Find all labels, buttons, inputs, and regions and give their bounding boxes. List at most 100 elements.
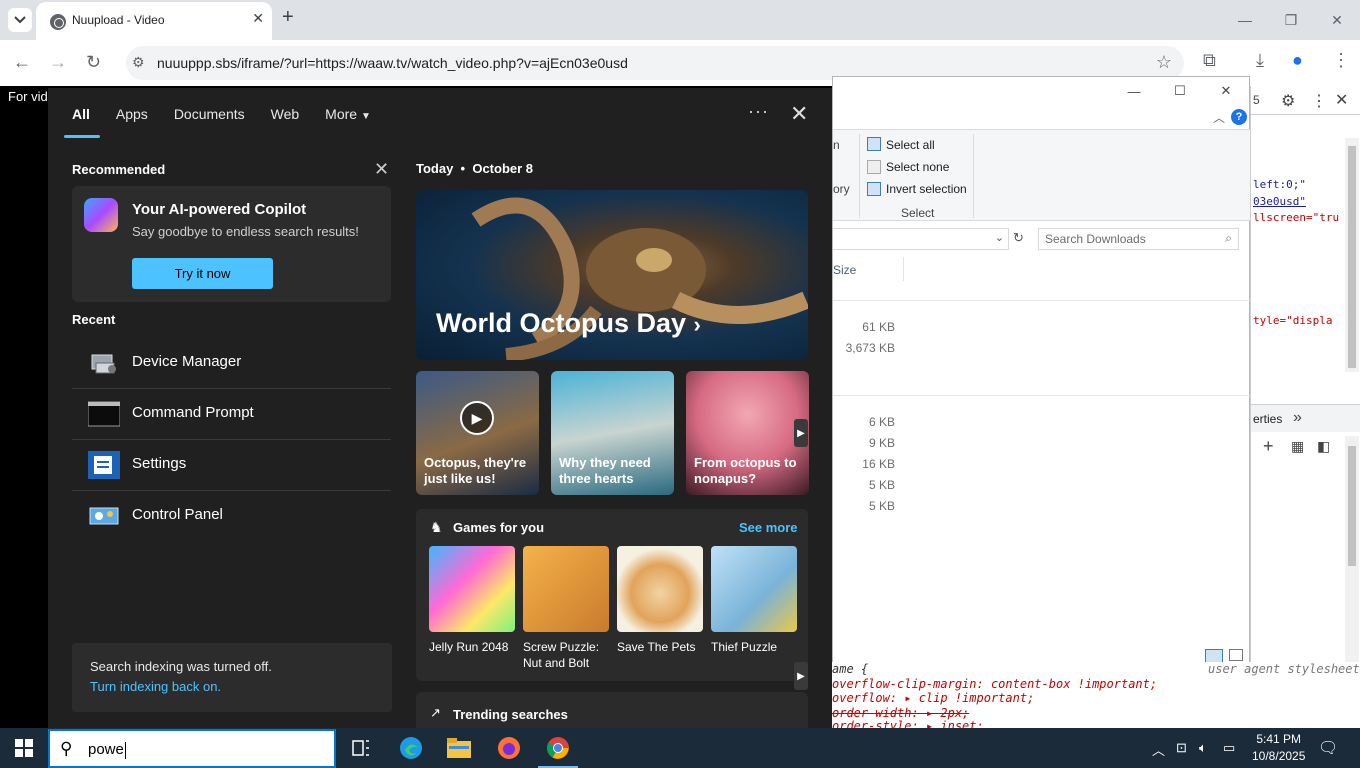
download-icon[interactable]: ⤓ bbox=[1256, 50, 1264, 71]
add-rule-icon[interactable]: + bbox=[1263, 436, 1274, 457]
dismiss-recommended-icon[interactable]: ✕ bbox=[374, 159, 389, 180]
network-icon[interactable]: ⊡ bbox=[1176, 740, 1187, 756]
tab-title: Nuupload - Video bbox=[72, 13, 165, 27]
refresh-icon[interactable]: ↻ bbox=[1013, 230, 1024, 246]
column-divider bbox=[903, 257, 904, 281]
gear-icon[interactable]: ⚙ bbox=[1281, 91, 1295, 111]
maximize-button[interactable]: ☐ bbox=[1157, 77, 1203, 105]
tab-web[interactable]: Web bbox=[271, 106, 300, 122]
css-line: order-width: ▸ 2px; bbox=[832, 706, 970, 720]
css-line: ame { bbox=[832, 662, 869, 676]
properties-tab[interactable]: erties bbox=[1253, 412, 1282, 426]
clock-date: 10/8/2025 bbox=[1252, 749, 1306, 763]
system-clock[interactable]: 5:41 PM 10/8/2025 bbox=[1252, 731, 1305, 765]
games-next-arrow[interactable]: ▶ bbox=[794, 662, 808, 690]
reload-button[interactable]: ↻ bbox=[86, 52, 101, 73]
carousel-next-arrow[interactable]: ▶ bbox=[794, 419, 808, 447]
scrollbar-thumb[interactable] bbox=[1348, 446, 1356, 566]
bookmark-star-icon[interactable]: ☆ bbox=[1156, 52, 1172, 73]
address-bar[interactable]: ⚙ nuuuppp.sbs/iframe/?url=https://waaw.t… bbox=[126, 46, 1184, 80]
more-options-icon[interactable]: ⋮ bbox=[1311, 91, 1327, 111]
story-card[interactable]: Why they need three hearts bbox=[551, 371, 674, 495]
display-icon[interactable]: ▭ bbox=[1223, 740, 1235, 756]
select-none-button[interactable]: Select none bbox=[886, 160, 949, 174]
tab-apps[interactable]: Apps bbox=[116, 106, 148, 122]
game-tile[interactable]: Screw Puzzle: Nut and Bolt bbox=[523, 546, 609, 671]
game-tile[interactable]: Thief Puzzle bbox=[711, 546, 797, 671]
tab-more[interactable]: More ▼ bbox=[325, 106, 371, 122]
indexing-notice: Search indexing was turned off. Turn ind… bbox=[72, 643, 392, 712]
help-icon[interactable]: ? bbox=[1231, 109, 1247, 125]
task-view-button[interactable] bbox=[337, 728, 385, 768]
game-controller-icon: ♞ bbox=[430, 519, 443, 535]
search-icon: ⌕ bbox=[1225, 231, 1232, 245]
game-tile[interactable]: Save The Pets bbox=[617, 546, 703, 671]
story-card[interactable]: ▶ Octopus, they're just like us! bbox=[416, 371, 539, 495]
close-icon[interactable]: ✕ bbox=[1335, 90, 1348, 110]
tab-all[interactable]: All bbox=[72, 106, 90, 122]
sidebar-toggle-icon[interactable]: ◧ bbox=[1317, 438, 1330, 455]
tab-search-button[interactable] bbox=[8, 8, 32, 32]
explorer-search-input[interactable]: Search Downloads ⌕ bbox=[1038, 228, 1239, 250]
large-icons-view-icon[interactable] bbox=[1229, 649, 1243, 661]
copilot-promo-card: Your AI-powered Copilot Say goodbye to e… bbox=[72, 186, 391, 302]
maximize-button[interactable]: ❐ bbox=[1268, 0, 1314, 40]
show-hidden-icons-button[interactable]: ︿ bbox=[1152, 740, 1165, 759]
story-card[interactable]: From octopus to nonapus? bbox=[686, 371, 809, 495]
select-all-button[interactable]: Select all bbox=[886, 138, 935, 152]
extensions-icon[interactable]: ⧉ bbox=[1203, 50, 1216, 71]
close-icon[interactable]: ✕ bbox=[790, 101, 808, 127]
ribbon-collapse-icon[interactable]: ︿ bbox=[1213, 109, 1225, 126]
new-tab-button[interactable]: + bbox=[282, 6, 294, 29]
close-window-button[interactable]: ✕ bbox=[1314, 0, 1360, 40]
forward-button[interactable]: → bbox=[49, 52, 67, 73]
browser-tab[interactable]: Nuupload - Video ✕ bbox=[36, 2, 272, 40]
ribbon-group-label: Select bbox=[901, 206, 935, 220]
explorer-address-bar[interactable]: ⌄ bbox=[833, 228, 1009, 250]
more-options-icon[interactable]: ··· bbox=[748, 101, 769, 122]
invert-selection-button[interactable]: Invert selection bbox=[886, 182, 967, 196]
text-caret bbox=[124, 741, 126, 759]
start-button[interactable] bbox=[0, 728, 48, 768]
game-name: Save The Pets bbox=[617, 640, 696, 654]
taskbar-file-explorer[interactable] bbox=[435, 728, 483, 768]
recent-item-device-manager[interactable]: Device Manager bbox=[72, 338, 391, 389]
taskbar-edge[interactable] bbox=[387, 728, 435, 768]
back-button[interactable]: ← bbox=[13, 52, 31, 73]
paint-icon[interactable]: ▦ bbox=[1291, 438, 1304, 455]
taskbar-firefox[interactable] bbox=[485, 728, 533, 768]
chevron-right-icon[interactable]: » bbox=[1293, 409, 1302, 427]
world-octopus-day-card[interactable]: World Octopus Day › bbox=[416, 190, 808, 360]
close-icon[interactable]: ✕ bbox=[252, 10, 264, 27]
recent-item-settings[interactable]: Settings bbox=[72, 440, 391, 491]
taskbar-chrome[interactable] bbox=[534, 728, 582, 768]
search-query-text: powe bbox=[88, 741, 124, 758]
site-info-icon[interactable]: ⚙ bbox=[132, 54, 145, 71]
taskbar-search-input[interactable]: ⚲ powe bbox=[48, 729, 336, 768]
select-none-icon bbox=[867, 160, 881, 174]
recent-item-command-prompt[interactable]: Command Prompt bbox=[72, 389, 391, 440]
scrollbar-thumb[interactable] bbox=[1348, 146, 1356, 368]
column-header-size[interactable]: Size bbox=[833, 263, 856, 277]
minimize-button[interactable]: — bbox=[1222, 0, 1268, 40]
story-thumbnails: ▶ Octopus, they're just like us! Why the… bbox=[416, 371, 809, 495]
device-manager-icon bbox=[91, 354, 116, 374]
tab-documents[interactable]: Documents bbox=[174, 106, 245, 122]
turn-indexing-on-link[interactable]: Turn indexing back on. bbox=[90, 679, 221, 694]
trending-icon: ↗ bbox=[430, 705, 441, 720]
recent-item-control-panel[interactable]: Control Panel bbox=[72, 491, 391, 542]
menu-icon[interactable]: ⋮ bbox=[1332, 50, 1350, 71]
details-view-icon[interactable] bbox=[1205, 649, 1223, 663]
try-it-now-button[interactable]: Try it now bbox=[132, 258, 273, 289]
close-button[interactable]: ✕ bbox=[1203, 77, 1249, 105]
minimize-button[interactable]: — bbox=[1111, 77, 1157, 105]
profile-avatar[interactable]: ● bbox=[1292, 50, 1303, 71]
search-filter-tabs: All Apps Documents Web More ▼ bbox=[72, 106, 397, 122]
see-more-link[interactable]: See more bbox=[739, 520, 798, 535]
game-tile[interactable]: Jelly Run 2048 bbox=[429, 546, 515, 671]
today-date: October 8 bbox=[472, 161, 534, 176]
scrollbar[interactable] bbox=[1345, 138, 1359, 372]
chevron-down-icon[interactable]: ⌄ bbox=[995, 231, 1004, 244]
notifications-icon[interactable]: 🗨︎ bbox=[1318, 738, 1338, 758]
volume-icon[interactable]: 🔈︎ bbox=[1199, 740, 1207, 756]
